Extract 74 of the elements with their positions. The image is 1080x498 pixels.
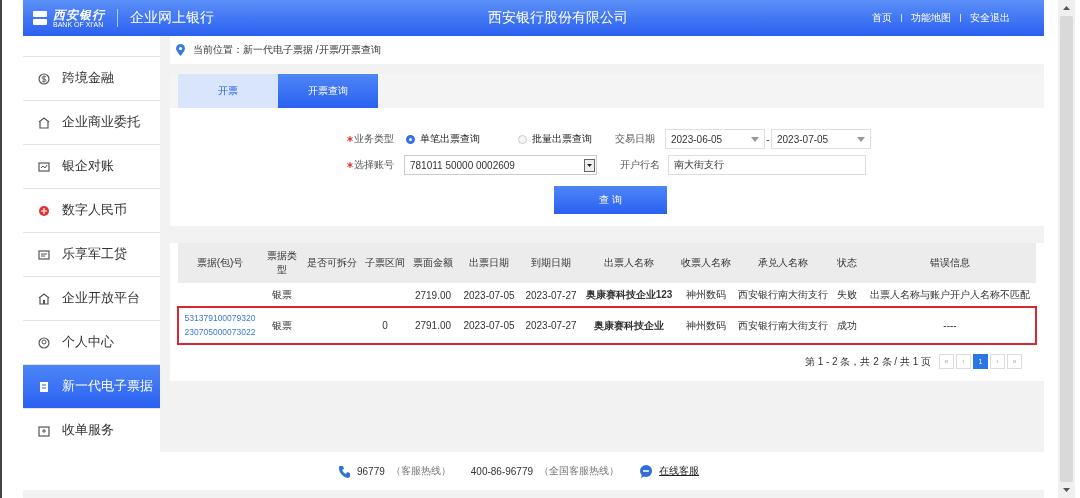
- column-header: 出票人名称: [582, 243, 676, 283]
- column-header: 票据类型: [262, 243, 302, 283]
- table-cell: 2791.00: [414, 320, 452, 331]
- table-cell: 2023-07-05: [463, 289, 515, 301]
- table-cell: 神州数码: [686, 319, 726, 331]
- online-service-link[interactable]: 在线客服: [659, 464, 700, 478]
- chat-bubble-icon: [639, 464, 654, 478]
- column-header: 收票人名称: [676, 243, 736, 283]
- house-icon: [38, 292, 50, 305]
- field-label: 选择账号: [344, 158, 394, 172]
- date-field[interactable]: 2023-07-05: [771, 129, 871, 149]
- account-select[interactable]: 781011 50000 0002609: [404, 155, 597, 175]
- header-link[interactable]: 安全退出: [970, 11, 1010, 25]
- table-cell: 2023-07-05: [463, 320, 515, 331]
- column-header: 票面金额: [408, 243, 458, 283]
- bank-name: 西安银行: [53, 8, 105, 21]
- location-pin-icon: [176, 44, 185, 56]
- field-label: 交易日期: [615, 132, 656, 146]
- field-label: 业务类型: [344, 132, 394, 146]
- query-button[interactable]: 查 询: [554, 186, 667, 214]
- table-cell: ----: [943, 320, 957, 331]
- chart-icon: [38, 160, 50, 173]
- column-header: 错误信息: [864, 243, 1036, 283]
- table-cell: 成功: [837, 319, 857, 331]
- plus-circle-icon: [38, 204, 50, 217]
- column-header: 到期日期: [520, 243, 582, 283]
- hotline-number: 400-86-96779: [470, 465, 534, 477]
- field-label: 开户行名: [620, 158, 661, 172]
- house-icon: [38, 116, 50, 129]
- column-header: 子票区间: [362, 243, 408, 283]
- bill-number-link[interactable]: 531379100079320230705000073022: [184, 312, 256, 339]
- column-header: 票据(包)号: [178, 243, 262, 283]
- bank-logo-icon: [33, 11, 47, 25]
- column-header: 状态: [830, 243, 864, 283]
- coin-icon: [38, 72, 50, 85]
- table-cell: 奥康赛科技企业123: [585, 289, 673, 300]
- table-cell: 0: [382, 320, 388, 331]
- date-field[interactable]: 2023-06-05: [665, 129, 765, 149]
- phone-icon: [337, 464, 351, 478]
- date-separator: -: [765, 133, 771, 145]
- person-icon: [38, 336, 50, 349]
- header-link[interactable]: 首页: [872, 11, 892, 25]
- table-cell: 银票: [272, 319, 292, 331]
- caret-icon: [751, 136, 759, 142]
- table-cell: 西安银行南大街支行: [738, 319, 828, 331]
- table-cell: 失败: [837, 289, 857, 300]
- table-cell: 2719.00: [414, 289, 452, 301]
- table-cell: 奥康赛科技企业: [594, 319, 664, 331]
- table-cell: 银票: [272, 289, 292, 300]
- caret-icon: [857, 136, 865, 142]
- tab[interactable]: 开票: [178, 74, 278, 108]
- bank-name-field[interactable]: 南大街支行: [668, 155, 866, 175]
- hotline-note: （全国客服热线）: [539, 464, 620, 478]
- document-icon: [38, 380, 50, 393]
- tab[interactable]: 开票查询: [278, 74, 378, 108]
- column-header: 出票日期: [458, 243, 520, 283]
- hotline-note: （客服热线）: [390, 464, 451, 478]
- hotline-number: 96779: [356, 465, 385, 477]
- radio-option[interactable]: 单笔出票查询: [406, 132, 506, 146]
- sidebar-item[interactable]: 新一代电子票据: [23, 364, 160, 408]
- table-cell: 2023-07-27: [525, 289, 577, 301]
- card-icon: [38, 248, 50, 261]
- column-header: 承兑人名称: [736, 243, 830, 283]
- breadcrumb: 当前位置：新一代电子票据 /开票/开票查询: [193, 43, 382, 57]
- company-title: 西安银行股份有限公司: [487, 9, 629, 27]
- table-cell: 神州数码: [686, 289, 726, 300]
- table-cell: 出票人名称与账户开户人名称不匹配: [870, 289, 1030, 300]
- header-link[interactable]: 功能地图: [911, 11, 951, 25]
- pagination-summary: 第 1 - 2 条，共 2 条 / 共 1 页: [804, 354, 931, 369]
- table-cell: 2023-07-27: [525, 320, 577, 331]
- plus-box-icon: [38, 424, 50, 437]
- column-header: 是否可拆分: [302, 243, 362, 283]
- product-name: 企业网上银行: [130, 9, 214, 27]
- table-cell: 西安银行南大街支行: [738, 289, 828, 300]
